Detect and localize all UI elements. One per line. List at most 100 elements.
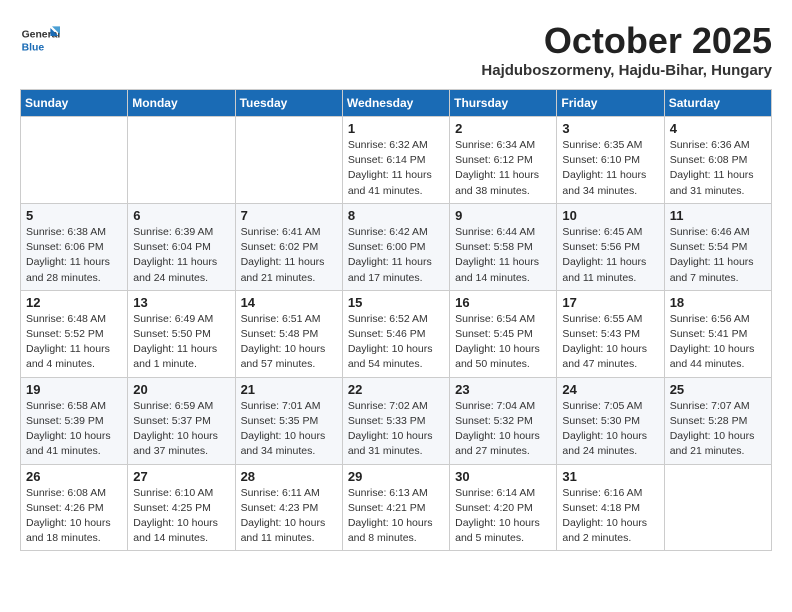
day-info: Sunrise: 6:52 AM Sunset: 5:46 PM Dayligh… [348,312,444,373]
day-number: 25 [670,382,766,397]
day-info: Sunrise: 6:11 AM Sunset: 4:23 PM Dayligh… [241,486,337,547]
day-number: 19 [26,382,122,397]
day-number: 3 [562,121,658,136]
day-info: Sunrise: 6:36 AM Sunset: 6:08 PM Dayligh… [670,138,766,199]
day-number: 28 [241,469,337,484]
calendar-cell: 16 Sunrise: 6:54 AM Sunset: 5:45 PM Dayli… [450,290,557,377]
day-number: 2 [455,121,551,136]
calendar-week-row: 19Sunrise: 6:58 AM Sunset: 5:39 PM Dayli… [21,377,772,464]
calendar-cell: 1 Sunrise: 6:32 AM Sunset: 6:14 PM Daylig… [342,117,449,204]
calendar-cell: 22 Sunrise: 7:02 AM Sunset: 5:33 PM Dayli… [342,377,449,464]
calendar-cell: 12Sunrise: 6:48 AM Sunset: 5:52 PM Dayli… [21,290,128,377]
calendar-week-row: 5 Sunrise: 6:38 AM Sunset: 6:06 PM Daylig… [21,203,772,290]
day-number: 30 [455,469,551,484]
day-info: Sunrise: 6:59 AM Sunset: 5:37 PM Dayligh… [133,399,229,460]
calendar-cell: 18Sunrise: 6:56 AM Sunset: 5:41 PM Dayli… [664,290,771,377]
calendar-cell: 13Sunrise: 6:49 AM Sunset: 5:50 PM Dayli… [128,290,235,377]
calendar-header-sunday: Sunday [21,90,128,117]
day-info: Sunrise: 6:13 AM Sunset: 4:21 PM Dayligh… [348,486,444,547]
day-number: 18 [670,295,766,310]
calendar-week-row: 1 Sunrise: 6:32 AM Sunset: 6:14 PM Daylig… [21,117,772,204]
calendar-cell: 23Sunrise: 7:04 AM Sunset: 5:32 PM Dayli… [450,377,557,464]
day-info: Sunrise: 6:35 AM Sunset: 6:10 PM Dayligh… [562,138,658,199]
day-info: Sunrise: 6:10 AM Sunset: 4:25 PM Dayligh… [133,486,229,547]
day-number: 14 [241,295,337,310]
day-info: Sunrise: 7:02 AM Sunset: 5:33 PM Dayligh… [348,399,444,460]
calendar-cell: 27 Sunrise: 6:10 AM Sunset: 4:25 PM Dayli… [128,464,235,551]
calendar-cell: 9Sunrise: 6:44 AM Sunset: 5:58 PM Daylig… [450,203,557,290]
day-info: Sunrise: 6:44 AM Sunset: 5:58 PM Dayligh… [455,225,551,286]
logo: General Blue [20,20,64,60]
day-info: Sunrise: 7:01 AM Sunset: 5:35 PM Dayligh… [241,399,337,460]
day-number: 10 [562,208,658,223]
calendar-cell [235,117,342,204]
calendar-cell [128,117,235,204]
day-number: 31 [562,469,658,484]
day-number: 8 [348,208,444,223]
calendar-cell: 11 Sunrise: 6:46 AM Sunset: 5:54 PM Dayli… [664,203,771,290]
calendar-header-wednesday: Wednesday [342,90,449,117]
day-info: Sunrise: 6:46 AM Sunset: 5:54 PM Dayligh… [670,225,766,286]
day-info: Sunrise: 6:38 AM Sunset: 6:06 PM Dayligh… [26,225,122,286]
calendar-cell: 10 Sunrise: 6:45 AM Sunset: 5:56 PM Dayli… [557,203,664,290]
calendar-cell: 31 Sunrise: 6:16 AM Sunset: 4:18 PM Dayli… [557,464,664,551]
calendar-week-row: 26 Sunrise: 6:08 AM Sunset: 4:26 PM Dayli… [21,464,772,551]
day-number: 29 [348,469,444,484]
calendar-cell: 15 Sunrise: 6:52 AM Sunset: 5:46 PM Dayli… [342,290,449,377]
calendar-cell: 5 Sunrise: 6:38 AM Sunset: 6:06 PM Daylig… [21,203,128,290]
calendar-cell: 14Sunrise: 6:51 AM Sunset: 5:48 PM Dayli… [235,290,342,377]
day-number: 24 [562,382,658,397]
calendar-cell: 26 Sunrise: 6:08 AM Sunset: 4:26 PM Dayli… [21,464,128,551]
day-info: Sunrise: 6:45 AM Sunset: 5:56 PM Dayligh… [562,225,658,286]
calendar-cell: 24 Sunrise: 7:05 AM Sunset: 5:30 PM Dayli… [557,377,664,464]
day-number: 5 [26,208,122,223]
calendar-cell: 25 Sunrise: 7:07 AM Sunset: 5:28 PM Dayli… [664,377,771,464]
day-number: 20 [133,382,229,397]
calendar-cell: 3 Sunrise: 6:35 AM Sunset: 6:10 PM Daylig… [557,117,664,204]
day-number: 1 [348,121,444,136]
day-number: 17 [562,295,658,310]
calendar-cell: 30Sunrise: 6:14 AM Sunset: 4:20 PM Dayli… [450,464,557,551]
day-info: Sunrise: 6:32 AM Sunset: 6:14 PM Dayligh… [348,138,444,199]
day-number: 12 [26,295,122,310]
day-number: 4 [670,121,766,136]
calendar-header-monday: Monday [128,90,235,117]
day-number: 22 [348,382,444,397]
month-title: October 2025 [481,20,772,62]
day-number: 7 [241,208,337,223]
calendar-cell: 8 Sunrise: 6:42 AM Sunset: 6:00 PM Daylig… [342,203,449,290]
day-number: 16 [455,295,551,310]
calendar-header-friday: Friday [557,90,664,117]
day-number: 15 [348,295,444,310]
subtitle: Hajduboszormeny, Hajdu-Bihar, Hungary [481,62,772,79]
day-info: Sunrise: 6:39 AM Sunset: 6:04 PM Dayligh… [133,225,229,286]
day-info: Sunrise: 6:42 AM Sunset: 6:00 PM Dayligh… [348,225,444,286]
day-info: Sunrise: 7:07 AM Sunset: 5:28 PM Dayligh… [670,399,766,460]
day-number: 21 [241,382,337,397]
day-number: 13 [133,295,229,310]
calendar-cell: 17 Sunrise: 6:55 AM Sunset: 5:43 PM Dayli… [557,290,664,377]
calendar-cell: 21 Sunrise: 7:01 AM Sunset: 5:35 PM Dayli… [235,377,342,464]
calendar-cell: 20 Sunrise: 6:59 AM Sunset: 5:37 PM Dayli… [128,377,235,464]
day-info: Sunrise: 7:05 AM Sunset: 5:30 PM Dayligh… [562,399,658,460]
calendar-cell: 19Sunrise: 6:58 AM Sunset: 5:39 PM Dayli… [21,377,128,464]
logo-icon: General Blue [20,20,60,60]
calendar-cell: 6 Sunrise: 6:39 AM Sunset: 6:04 PM Daylig… [128,203,235,290]
day-info: Sunrise: 7:04 AM Sunset: 5:32 PM Dayligh… [455,399,551,460]
calendar-cell [664,464,771,551]
day-info: Sunrise: 6:55 AM Sunset: 5:43 PM Dayligh… [562,312,658,373]
day-number: 26 [26,469,122,484]
calendar-header-saturday: Saturday [664,90,771,117]
calendar: SundayMondayTuesdayWednesdayThursdayFrid… [20,89,772,551]
day-number: 11 [670,208,766,223]
day-number: 6 [133,208,229,223]
day-info: Sunrise: 6:16 AM Sunset: 4:18 PM Dayligh… [562,486,658,547]
calendar-cell: 7Sunrise: 6:41 AM Sunset: 6:02 PM Daylig… [235,203,342,290]
calendar-cell: 29 Sunrise: 6:13 AM Sunset: 4:21 PM Dayli… [342,464,449,551]
day-number: 27 [133,469,229,484]
day-info: Sunrise: 6:08 AM Sunset: 4:26 PM Dayligh… [26,486,122,547]
header: General Blue October 2025 Hajduboszormen… [20,20,772,79]
calendar-cell: 28 Sunrise: 6:11 AM Sunset: 4:23 PM Dayli… [235,464,342,551]
day-info: Sunrise: 6:54 AM Sunset: 5:45 PM Dayligh… [455,312,551,373]
calendar-header-tuesday: Tuesday [235,90,342,117]
